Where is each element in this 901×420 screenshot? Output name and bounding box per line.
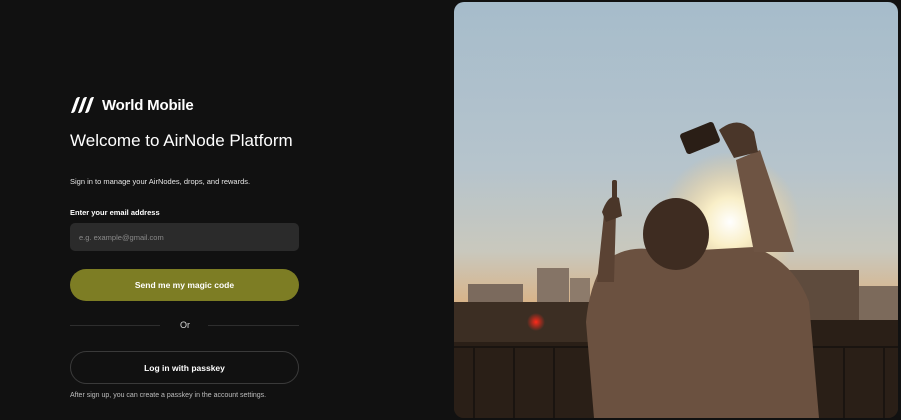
brand-name: World Mobile [102,96,194,114]
email-label: Enter your email address [70,208,160,217]
email-input[interactable] [70,223,299,251]
or-separator: Or [180,320,190,330]
divider-right [208,325,299,326]
login-page: World Mobile Welcome to AirNode Platform… [0,0,901,420]
passkey-login-button[interactable]: Log in with passkey [70,351,299,384]
passkey-footnote: After sign up, you can create a passkey … [70,392,267,399]
page-title: Welcome to AirNode Platform [70,131,293,150]
page-subtitle: Sign in to manage your AirNodes, drops, … [70,177,251,186]
hero-image [454,2,898,418]
login-panel: World Mobile Welcome to AirNode Platform… [0,0,453,420]
brand-logo: World Mobile [70,96,194,114]
send-magic-code-button[interactable]: Send me my magic code [70,269,299,301]
divider-left [70,325,160,326]
world-mobile-logo-icon [70,96,95,114]
